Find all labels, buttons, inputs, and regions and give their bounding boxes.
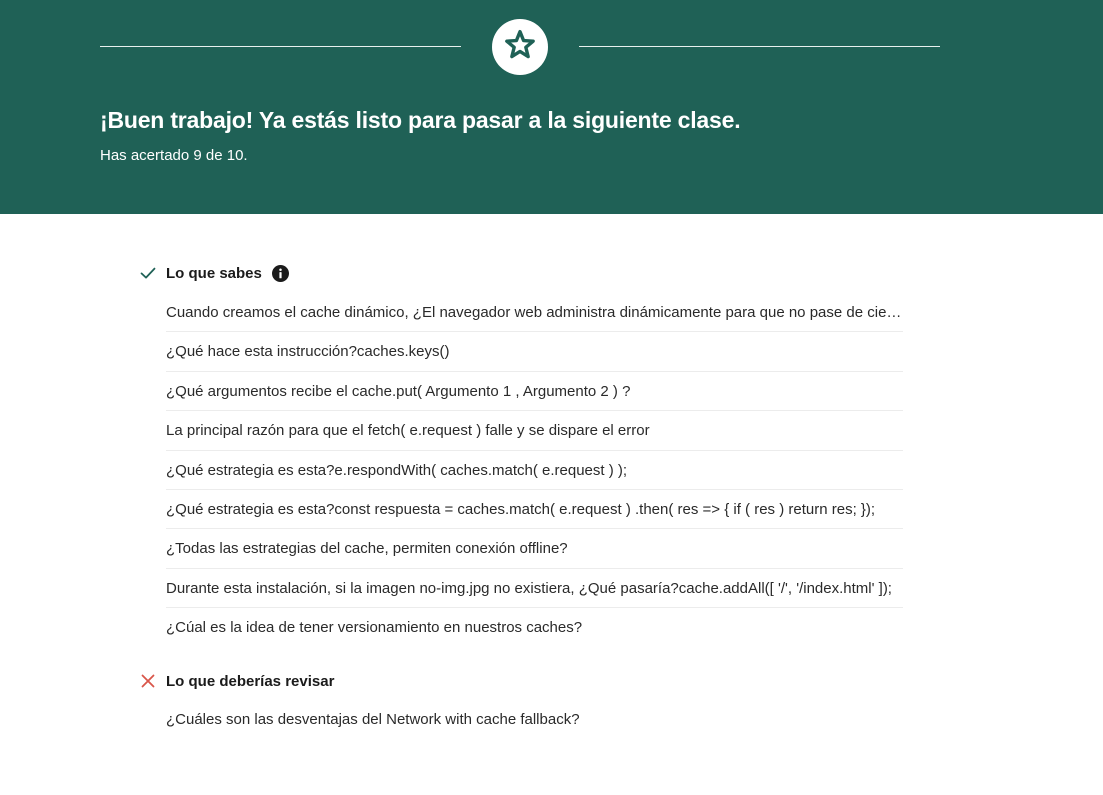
x-icon [140,673,156,689]
question-item[interactable]: Durante esta instalación, si la imagen n… [166,569,903,609]
star-icon [503,28,537,67]
divider-left [100,46,461,47]
star-badge [492,19,548,75]
question-item[interactable]: ¿Cuáles son las desventajas del Network … [166,700,903,739]
divider-right [579,46,940,47]
question-item[interactable]: ¿Cúal es la idea de tener versionamiento… [166,608,903,647]
info-icon[interactable] [271,264,289,282]
question-item[interactable]: ¿Qué estrategia es esta?const respuesta … [166,490,903,530]
question-item[interactable]: ¿Todas las estrategias del cache, permit… [166,529,903,569]
check-icon [140,265,156,281]
question-item[interactable]: ¿Qué hace esta instrucción?caches.keys() [166,332,903,372]
results-banner: ¡Buen trabajo! Ya estás listo para pasar… [0,0,1103,214]
score-summary: Has acertado 9 de 10. [100,147,248,164]
known-header: Lo que sabes [140,261,289,285]
question-item[interactable]: Cuando creamos el cache dinámico, ¿El na… [166,293,903,333]
known-heading: Lo que sabes [166,264,262,282]
question-item[interactable]: La principal razón para que el fetch( e.… [166,411,903,451]
page-title: ¡Buen trabajo! Ya estás listo para pasar… [100,107,741,133]
review-question-list: ¿Cuáles son las desventajas del Network … [166,700,903,739]
question-item[interactable]: ¿Qué estrategia es esta?e.respondWith( c… [166,451,903,490]
review-heading: Lo que deberías revisar [166,672,335,690]
question-item[interactable]: ¿Qué argumentos recibe el cache.put( Arg… [166,372,903,412]
review-header: Lo que deberías revisar [140,669,334,693]
known-question-list: Cuando creamos el cache dinámico, ¿El na… [166,293,903,648]
